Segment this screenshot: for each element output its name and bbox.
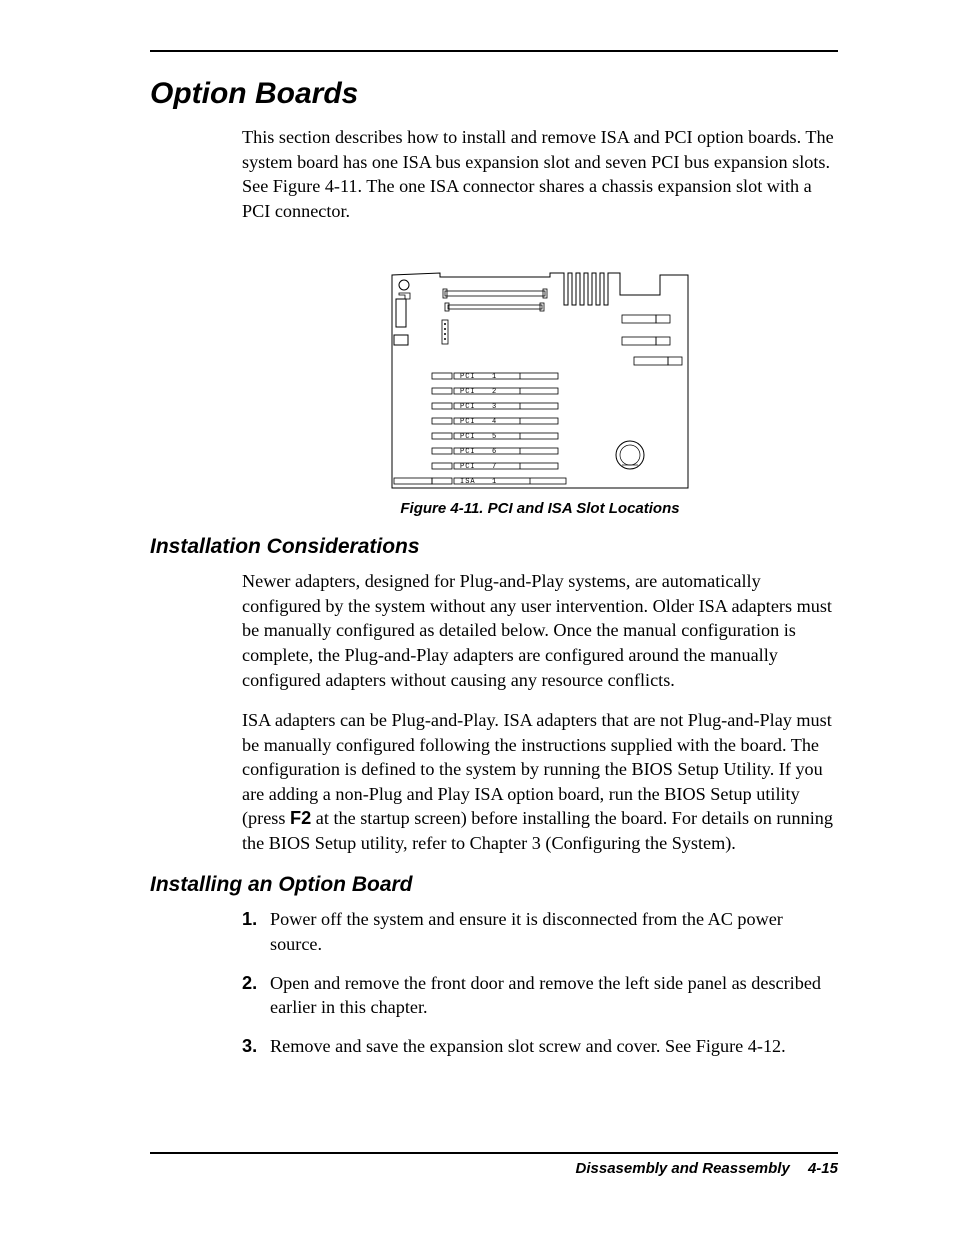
svg-text:PCI: PCI bbox=[460, 403, 476, 411]
step-number: 3. bbox=[242, 1034, 270, 1059]
install-steps: 1. Power off the system and ensure it is… bbox=[242, 907, 838, 1058]
section-heading-considerations: Installation Considerations bbox=[150, 535, 838, 559]
considerations-p1: Newer adapters, designed for Plug-and-Pl… bbox=[242, 569, 838, 692]
svg-text:1: 1 bbox=[492, 373, 497, 381]
svg-text:7: 7 bbox=[492, 463, 497, 471]
step-text: Remove and save the expansion slot screw… bbox=[270, 1034, 838, 1059]
list-item: 3. Remove and save the expansion slot sc… bbox=[242, 1034, 838, 1059]
step-number: 2. bbox=[242, 971, 270, 1020]
step-number: 1. bbox=[242, 907, 270, 956]
list-item: 2. Open and remove the front door and re… bbox=[242, 971, 838, 1020]
svg-text:4: 4 bbox=[492, 418, 497, 426]
svg-text:6: 6 bbox=[492, 448, 497, 456]
svg-text:2: 2 bbox=[492, 388, 497, 396]
key-f2: F2 bbox=[290, 808, 311, 828]
svg-text:3: 3 bbox=[492, 403, 497, 411]
svg-text:PCI: PCI bbox=[460, 418, 476, 426]
page-footer: Dissasembly and Reassembly 4-15 bbox=[150, 1152, 838, 1177]
intro-paragraph: This section describes how to install an… bbox=[242, 125, 838, 223]
page-content: Option Boards This section describes how… bbox=[150, 50, 838, 1150]
considerations-p2: ISA adapters can be Plug-and-Play. ISA a… bbox=[242, 708, 838, 855]
svg-text:PCI: PCI bbox=[460, 388, 476, 396]
section-heading-installing: Installing an Option Board bbox=[150, 873, 838, 897]
board-diagram: PCI 1 PCI 2 PCI 3 PCI 4 PCI 5 PCI 6 PCI 7 ISA 1 bbox=[390, 265, 690, 490]
figure-caption: Figure 4-11. PCI and ISA Slot Locations bbox=[242, 500, 838, 517]
list-item: 1. Power off the system and ensure it is… bbox=[242, 907, 838, 956]
svg-text:PCI: PCI bbox=[460, 373, 476, 381]
svg-text:5: 5 bbox=[492, 433, 497, 441]
footer-section: Dissasembly and Reassembly bbox=[576, 1160, 790, 1177]
svg-text:1: 1 bbox=[492, 478, 497, 486]
page-title: Option Boards bbox=[150, 77, 838, 111]
svg-text:PCI: PCI bbox=[460, 433, 476, 441]
figure-4-11: PCI 1 PCI 2 PCI 3 PCI 4 PCI 5 PCI 6 PCI 7 ISA 1 Figure … bbox=[242, 265, 838, 517]
step-text: Power off the system and ensure it is di… bbox=[270, 907, 838, 956]
svg-text:PCI: PCI bbox=[460, 448, 476, 456]
svg-text:ISA: ISA bbox=[460, 478, 476, 486]
svg-text:PCI: PCI bbox=[460, 463, 476, 471]
step-text: Open and remove the front door and remov… bbox=[270, 971, 838, 1020]
footer-page: 4-15 bbox=[808, 1160, 838, 1177]
considerations-p2b: at the startup screen) before installing… bbox=[242, 808, 833, 853]
